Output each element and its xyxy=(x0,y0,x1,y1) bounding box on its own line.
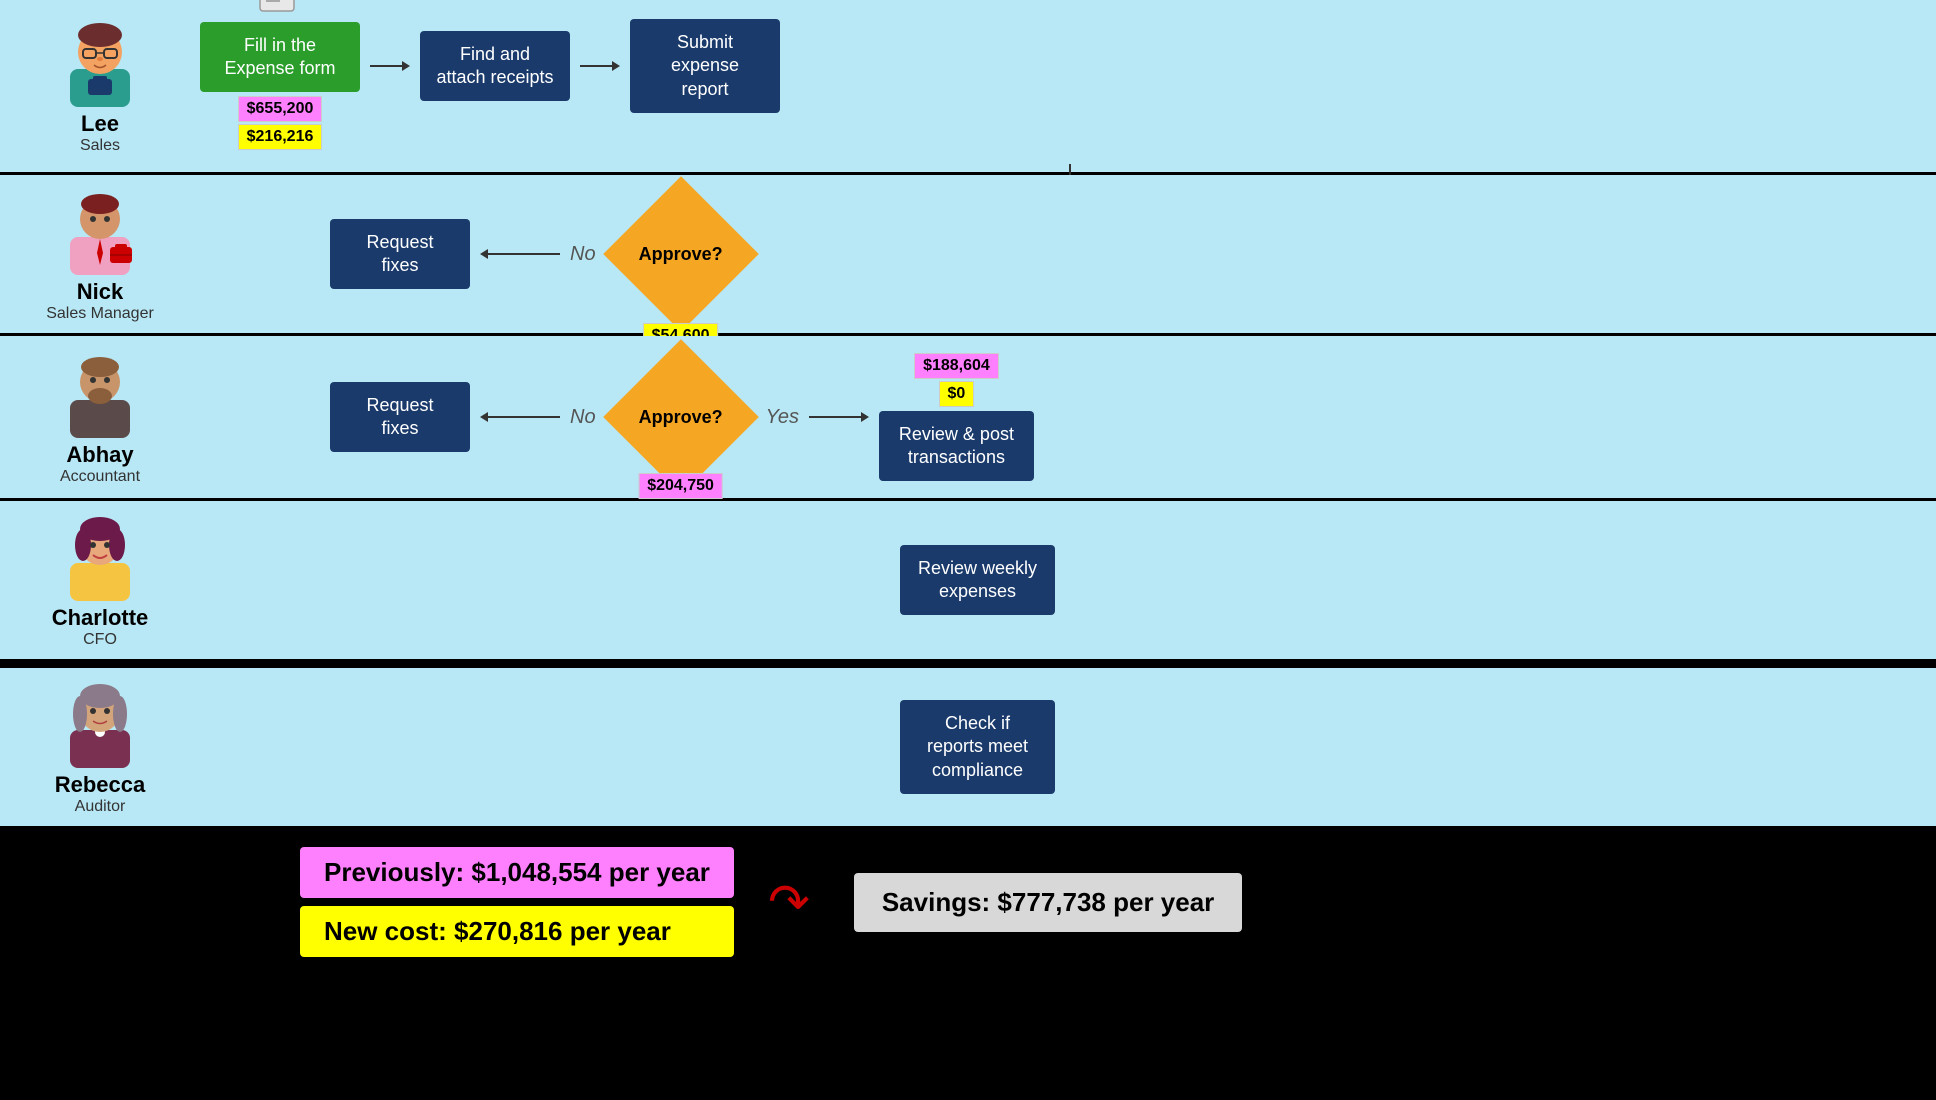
lane-content-lee: Fill in the Expense form $655,200 $216,2… xyxy=(200,19,1916,153)
actor-lee-role: Sales xyxy=(80,137,120,155)
nick-flow: Request fixes No Approve? $54,600 xyxy=(200,199,756,309)
actor-abhay-role: Accountant xyxy=(60,468,140,486)
lane-content-charlotte: Review weekly expenses xyxy=(200,545,1916,616)
abhay-flow: Request fixes No Approve? $204,750 $0 xyxy=(200,353,1034,482)
task-fill-expense[interactable]: Fill in the Expense form xyxy=(200,22,360,93)
diamond-abhay-wrap: Approve? $204,750 $0 xyxy=(606,362,756,472)
cost-abhay-right-yellow: $0 xyxy=(939,381,975,407)
actor-abhay: Abhay Accountant xyxy=(20,348,180,486)
summary-bar: Previously: $1,048,554 per year New cost… xyxy=(0,829,1936,975)
cost-abhay-right-pink: $188,604 xyxy=(914,353,999,379)
lee-flow: Fill in the Expense form $655,200 $216,2… xyxy=(200,19,780,153)
yes-label-abhay: Yes xyxy=(766,406,799,429)
swim-lane-abhay: Abhay Accountant Request fixes No Approv… xyxy=(0,336,1936,501)
actor-nick-name: Nick xyxy=(77,279,123,305)
diamond-nick-label: Approve? xyxy=(639,243,723,264)
document-icon xyxy=(256,0,304,27)
actor-rebecca-role: Auditor xyxy=(75,798,126,816)
actor-nick: Nick Sales Manager xyxy=(20,185,180,323)
avatar-nick xyxy=(55,185,145,275)
arrow-no-abhay xyxy=(480,407,560,427)
task-check-compliance[interactable]: Check if reports meet compliance xyxy=(900,700,1055,794)
cost-abhay-pink: $204,750 xyxy=(638,473,723,499)
compliance-wrap: Check if reports meet compliance xyxy=(900,700,1055,794)
req-fixes-abhay-wrap: Request fixes xyxy=(330,382,470,453)
lane-content-nick: Request fixes No Approve? $54,600 xyxy=(200,199,1916,309)
swim-lane-lee: Lee Sales Fill in the Expense form xyxy=(0,0,1936,175)
cost-lee-pink: $655,200 xyxy=(238,96,323,122)
actor-lee: Lee Sales xyxy=(20,17,180,155)
task-review-weekly[interactable]: Review weekly expenses xyxy=(900,545,1055,616)
lane-content-rebecca: Check if reports meet compliance xyxy=(200,700,1916,794)
arrow-curved-icon: ↷ xyxy=(768,873,810,931)
diamond-nick-wrap: Approve? $54,600 xyxy=(606,199,756,309)
avatar-charlotte xyxy=(55,511,145,601)
task-submit-report[interactable]: Submit expense report xyxy=(630,19,780,113)
avatar-rebecca xyxy=(55,678,145,768)
yes-arrow-abhay: Yes xyxy=(766,406,869,429)
summary-savings: Savings: $777,738 per year xyxy=(854,873,1242,932)
review-post-wrap: $188,604 $0 Review & post transactions xyxy=(879,353,1034,482)
actor-charlotte-role: CFO xyxy=(83,631,117,649)
cost-lee-yellow: $216,216 xyxy=(238,124,323,150)
task-find-receipts[interactable]: Find and attach receipts xyxy=(420,31,570,102)
summary-new-cost: New cost: $270,816 per year xyxy=(300,906,734,957)
summary-previously: Previously: $1,048,554 per year xyxy=(300,847,734,898)
actor-nick-role: Sales Manager xyxy=(46,305,154,323)
arrow-2 xyxy=(580,56,620,116)
lane-content-abhay: Request fixes No Approve? $204,750 $0 xyxy=(200,353,1916,482)
arrow-no-nick xyxy=(480,244,560,264)
no-label-nick: No xyxy=(570,243,596,266)
task-review-post[interactable]: Review & post transactions xyxy=(879,411,1034,482)
review-weekly-wrap: Review weekly expenses xyxy=(900,545,1055,616)
actor-rebecca-name: Rebecca xyxy=(55,772,146,798)
task-request-fixes-abhay[interactable]: Request fixes xyxy=(330,382,470,453)
actor-rebecca: Rebecca Auditor xyxy=(20,678,180,816)
avatar-lee xyxy=(55,17,145,107)
actor-charlotte-name: Charlotte xyxy=(52,605,149,631)
task-request-fixes-nick[interactable]: Request fixes xyxy=(330,219,470,290)
actor-lee-name: Lee xyxy=(81,111,119,137)
req-fixes-nick-wrap: Request fixes xyxy=(330,219,470,290)
arrow-1 xyxy=(370,56,410,116)
swim-lane-nick: Nick Sales Manager Request fixes No Appr… xyxy=(0,175,1936,336)
avatar-abhay xyxy=(55,348,145,438)
actor-abhay-name: Abhay xyxy=(66,442,133,468)
actor-charlotte: Charlotte CFO xyxy=(20,511,180,649)
summary-costs: Previously: $1,048,554 per year New cost… xyxy=(300,847,734,957)
swim-lane-rebecca: Rebecca Auditor Check if reports meet co… xyxy=(0,668,1936,829)
swim-lane-charlotte: Charlotte CFO Review weekly expenses xyxy=(0,501,1936,662)
diamond-approve-abhay: Approve? xyxy=(603,339,759,495)
no-label-abhay: No xyxy=(570,406,596,429)
diamond-approve-nick: Approve? xyxy=(603,176,759,332)
diamond-abhay-label: Approve? xyxy=(639,406,723,427)
